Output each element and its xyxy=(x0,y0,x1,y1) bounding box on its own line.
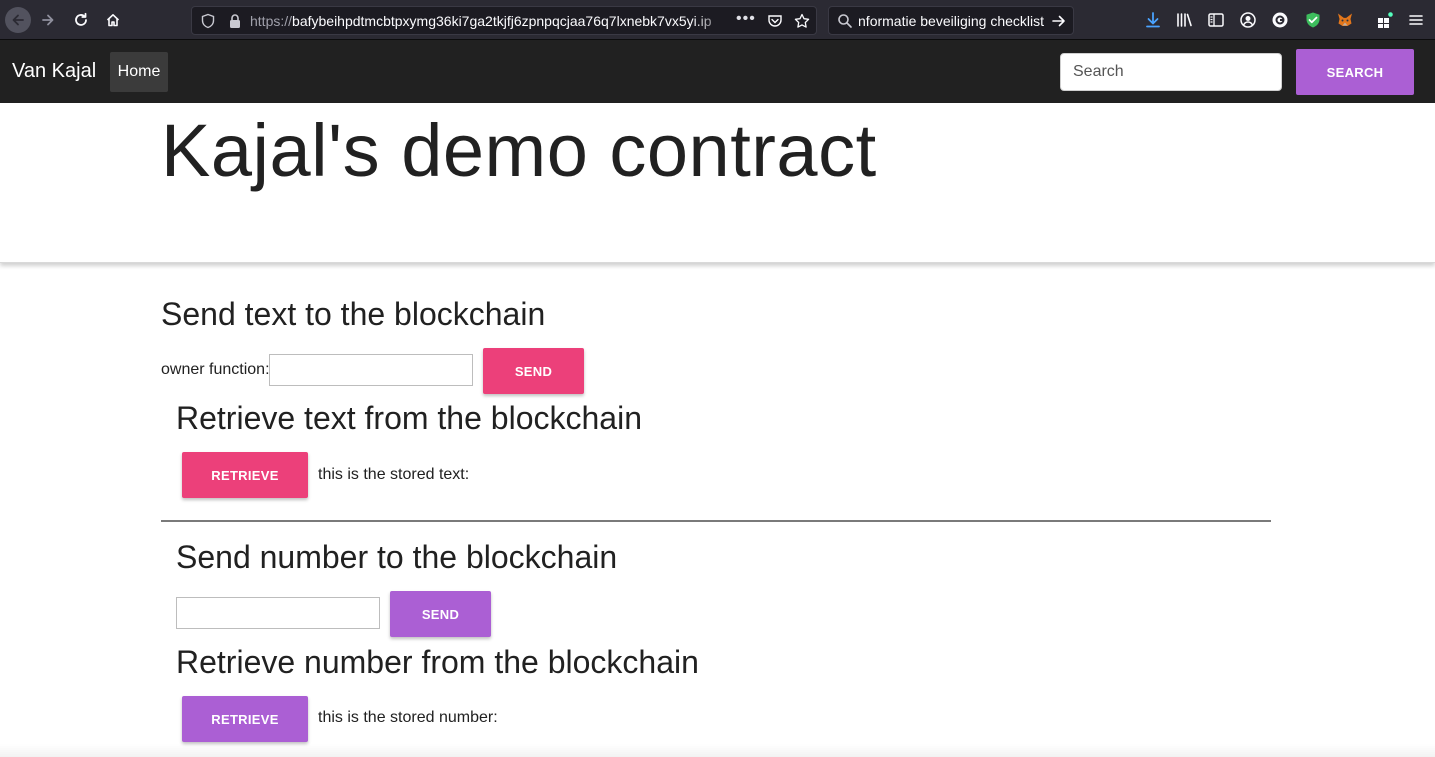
home-icon[interactable] xyxy=(100,7,126,33)
send-number-button[interactable]: SEND xyxy=(390,591,491,637)
retrieve-text-heading: Retrieve text from the blockchain xyxy=(176,400,642,436)
retrieve-number-heading: Retrieve number from the blockchain xyxy=(176,644,699,680)
brand-logo[interactable]: Van Kajal xyxy=(12,60,96,83)
site-search-input[interactable] xyxy=(1060,53,1282,91)
lock-icon[interactable] xyxy=(228,13,242,29)
bookmark-star-icon[interactable] xyxy=(794,13,810,29)
stored-text-label: this is the stored text: xyxy=(318,466,470,483)
owner-function-label: owner function: xyxy=(161,361,270,378)
page-header: Kajal's demo contract xyxy=(0,103,1435,263)
url-scheme: https:// xyxy=(250,13,293,29)
nav-home-link[interactable]: Home xyxy=(110,52,168,92)
retrieve-text-button[interactable]: RETRIEVE xyxy=(182,452,308,498)
search-icon xyxy=(838,14,852,28)
url-text[interactable]: https://bafybeihpdtmcbtpxymg36ki7ga2tkjf… xyxy=(250,13,728,31)
url-host: bafybeihpdtmcbtpxymg36ki7ga2tkjfj6zpnpqc… xyxy=(292,13,712,29)
site-search-button[interactable]: SEARCH xyxy=(1296,49,1414,95)
reload-icon[interactable] xyxy=(68,7,94,33)
section-divider xyxy=(161,520,1271,522)
send-text-heading: Send text to the blockchain xyxy=(161,296,546,332)
extension-icon[interactable] xyxy=(1271,11,1289,29)
go-arrow-icon[interactable] xyxy=(1051,13,1067,29)
owner-function-input[interactable] xyxy=(269,354,473,386)
send-text-button[interactable]: SEND xyxy=(483,348,584,394)
menu-icon[interactable] xyxy=(1407,11,1425,29)
retrieve-number-button[interactable]: RETRIEVE xyxy=(182,696,308,742)
browser-search-value: informatie beveiliging checklist xyxy=(859,13,1044,29)
browser-search-text[interactable]: informatie beveiliging checklist xyxy=(859,13,1044,29)
account-icon[interactable] xyxy=(1239,11,1257,29)
metamask-icon[interactable] xyxy=(1336,11,1354,29)
browser-search-bar[interactable]: informatie beveiliging checklist xyxy=(828,6,1074,35)
number-input[interactable] xyxy=(176,597,380,629)
back-arrow-icon[interactable] xyxy=(5,7,31,33)
bottom-shadow xyxy=(0,744,1435,757)
shield-icon[interactable] xyxy=(200,13,216,29)
library-icon[interactable] xyxy=(1175,11,1193,29)
site-navbar: Van Kajal Home SEARCH xyxy=(0,40,1435,103)
sidebar-icon[interactable] xyxy=(1207,11,1225,29)
download-icon[interactable] xyxy=(1144,11,1162,29)
pocket-icon[interactable] xyxy=(767,13,783,29)
page-actions-button[interactable]: ••• xyxy=(736,10,756,28)
forward-arrow-icon[interactable] xyxy=(35,7,61,33)
browser-toolbar: https://bafybeihpdtmcbtpxymg36ki7ga2tkjf… xyxy=(0,0,1435,40)
page-title: Kajal's demo contract xyxy=(161,109,877,192)
send-number-heading: Send number to the blockchain xyxy=(176,539,618,575)
url-bar[interactable]: https://bafybeihpdtmcbtpxymg36ki7ga2tkjf… xyxy=(191,6,817,35)
stored-number-label: this is the stored number: xyxy=(318,709,498,726)
extensions-puzzle-icon[interactable] xyxy=(1376,11,1394,29)
url-fade xyxy=(692,9,732,33)
shield-extension-icon[interactable] xyxy=(1304,11,1322,29)
